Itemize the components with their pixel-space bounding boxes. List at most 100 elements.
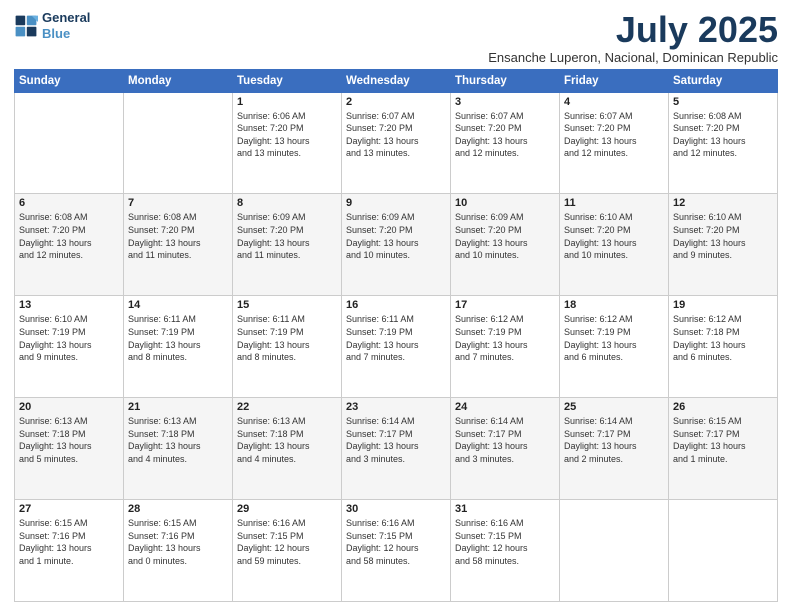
- month-title: July 2025: [488, 10, 778, 50]
- day-info: Sunrise: 6:16 AM Sunset: 7:15 PM Dayligh…: [455, 517, 555, 567]
- day-info: Sunrise: 6:15 AM Sunset: 7:16 PM Dayligh…: [128, 517, 228, 567]
- calendar-cell: 13 Sunrise: 6:10 AM Sunset: 7:19 PM Dayli…: [15, 296, 124, 398]
- day-number: 2: [346, 96, 446, 108]
- day-number: 29: [237, 503, 337, 515]
- calendar-week-row: 27 Sunrise: 6:15 AM Sunset: 7:16 PM Dayli…: [15, 500, 778, 602]
- calendar-cell: 1 Sunrise: 6:06 AM Sunset: 7:20 PM Daylig…: [233, 92, 342, 194]
- calendar-cell: 19 Sunrise: 6:12 AM Sunset: 7:18 PM Dayli…: [669, 296, 778, 398]
- calendar-table: SundayMondayTuesdayWednesdayThursdayFrid…: [14, 69, 778, 602]
- day-info: Sunrise: 6:15 AM Sunset: 7:16 PM Dayligh…: [19, 517, 119, 567]
- calendar-cell: 26 Sunrise: 6:15 AM Sunset: 7:17 PM Dayli…: [669, 398, 778, 500]
- day-number: 5: [673, 96, 773, 108]
- day-number: 6: [19, 197, 119, 209]
- day-number: 17: [455, 299, 555, 311]
- calendar-cell: 18 Sunrise: 6:12 AM Sunset: 7:19 PM Dayli…: [560, 296, 669, 398]
- day-info: Sunrise: 6:08 AM Sunset: 7:20 PM Dayligh…: [128, 211, 228, 261]
- day-number: 9: [346, 197, 446, 209]
- calendar-cell: 31Sunrise: 6:16 AM Sunset: 7:15 PM Dayli…: [451, 500, 560, 602]
- day-number: 27: [19, 503, 119, 515]
- day-number: 15: [237, 299, 337, 311]
- calendar-cell: [15, 92, 124, 194]
- calendar-cell: 25 Sunrise: 6:14 AM Sunset: 7:17 PM Dayli…: [560, 398, 669, 500]
- day-number: 19: [673, 299, 773, 311]
- day-number: 16: [346, 299, 446, 311]
- day-info: Sunrise: 6:11 AM Sunset: 7:19 PM Dayligh…: [237, 313, 337, 363]
- calendar-cell: 15 Sunrise: 6:11 AM Sunset: 7:19 PM Dayli…: [233, 296, 342, 398]
- day-number: 14: [128, 299, 228, 311]
- day-info: Sunrise: 6:12 AM Sunset: 7:18 PM Dayligh…: [673, 313, 773, 363]
- calendar-cell: 22Sunrise: 6:13 AM Sunset: 7:18 PM Dayli…: [233, 398, 342, 500]
- calendar-cell: 29 Sunrise: 6:16 AM Sunset: 7:15 PM Dayli…: [233, 500, 342, 602]
- day-number: 1: [237, 96, 337, 108]
- day-info: Sunrise: 6:09 AM Sunset: 7:20 PM Dayligh…: [346, 211, 446, 261]
- day-info: Sunrise: 6:10 AM Sunset: 7:19 PM Dayligh…: [19, 313, 119, 363]
- day-info: Sunrise: 6:13 AM Sunset: 7:18 PM Dayligh…: [128, 415, 228, 465]
- day-info: Sunrise: 6:15 AM Sunset: 7:17 PM Dayligh…: [673, 415, 773, 465]
- day-number: 12: [673, 197, 773, 209]
- calendar-cell: 27 Sunrise: 6:15 AM Sunset: 7:16 PM Dayli…: [15, 500, 124, 602]
- calendar-cell: 28Sunrise: 6:15 AM Sunset: 7:16 PM Dayli…: [124, 500, 233, 602]
- day-number: 24: [455, 401, 555, 413]
- calendar-cell: 8 Sunrise: 6:09 AM Sunset: 7:20 PM Daylig…: [233, 194, 342, 296]
- calendar-cell: 24 Sunrise: 6:14 AM Sunset: 7:17 PM Dayli…: [451, 398, 560, 500]
- calendar-cell: 7Sunrise: 6:08 AM Sunset: 7:20 PM Daylig…: [124, 194, 233, 296]
- logo: General Blue: [14, 10, 90, 41]
- logo-text: General Blue: [42, 10, 90, 41]
- day-number: 8: [237, 197, 337, 209]
- day-number: 21: [128, 401, 228, 413]
- day-info: Sunrise: 6:10 AM Sunset: 7:20 PM Dayligh…: [564, 211, 664, 261]
- calendar-cell: [669, 500, 778, 602]
- logo-line1: General: [42, 10, 90, 26]
- day-number: 30: [346, 503, 446, 515]
- weekday-header: Thursday: [451, 69, 560, 92]
- day-info: Sunrise: 6:08 AM Sunset: 7:20 PM Dayligh…: [19, 211, 119, 261]
- title-block: July 2025 Ensanche Luperon, Nacional, Do…: [488, 10, 778, 65]
- calendar-week-row: 13 Sunrise: 6:10 AM Sunset: 7:19 PM Dayli…: [15, 296, 778, 398]
- day-number: 25: [564, 401, 664, 413]
- calendar-cell: 9 Sunrise: 6:09 AM Sunset: 7:20 PM Daylig…: [342, 194, 451, 296]
- weekday-header: Tuesday: [233, 69, 342, 92]
- subtitle: Ensanche Luperon, Nacional, Dominican Re…: [488, 50, 778, 65]
- day-info: Sunrise: 6:14 AM Sunset: 7:17 PM Dayligh…: [564, 415, 664, 465]
- day-info: Sunrise: 6:09 AM Sunset: 7:20 PM Dayligh…: [237, 211, 337, 261]
- day-number: 11: [564, 197, 664, 209]
- calendar-cell: 16Sunrise: 6:11 AM Sunset: 7:19 PM Dayli…: [342, 296, 451, 398]
- calendar-cell: 10 Sunrise: 6:09 AM Sunset: 7:20 PM Dayli…: [451, 194, 560, 296]
- day-info: Sunrise: 6:09 AM Sunset: 7:20 PM Dayligh…: [455, 211, 555, 261]
- header: General Blue July 2025 Ensanche Luperon,…: [14, 10, 778, 65]
- day-number: 4: [564, 96, 664, 108]
- day-number: 10: [455, 197, 555, 209]
- calendar-week-row: 6 Sunrise: 6:08 AM Sunset: 7:20 PM Daylig…: [15, 194, 778, 296]
- calendar-cell: [124, 92, 233, 194]
- day-info: Sunrise: 6:16 AM Sunset: 7:15 PM Dayligh…: [237, 517, 337, 567]
- calendar-cell: 14 Sunrise: 6:11 AM Sunset: 7:19 PM Dayli…: [124, 296, 233, 398]
- day-number: 13: [19, 299, 119, 311]
- day-number: 26: [673, 401, 773, 413]
- calendar-cell: 11 Sunrise: 6:10 AM Sunset: 7:20 PM Dayli…: [560, 194, 669, 296]
- day-info: Sunrise: 6:14 AM Sunset: 7:17 PM Dayligh…: [455, 415, 555, 465]
- day-info: Sunrise: 6:16 AM Sunset: 7:15 PM Dayligh…: [346, 517, 446, 567]
- logo-icon: [14, 14, 38, 38]
- weekday-header: Sunday: [15, 69, 124, 92]
- day-info: Sunrise: 6:11 AM Sunset: 7:19 PM Dayligh…: [128, 313, 228, 363]
- day-info: Sunrise: 6:12 AM Sunset: 7:19 PM Dayligh…: [564, 313, 664, 363]
- calendar-cell: 6 Sunrise: 6:08 AM Sunset: 7:20 PM Daylig…: [15, 194, 124, 296]
- day-info: Sunrise: 6:07 AM Sunset: 7:20 PM Dayligh…: [564, 110, 664, 160]
- logo-line2: Blue: [42, 26, 70, 41]
- day-info: Sunrise: 6:08 AM Sunset: 7:20 PM Dayligh…: [673, 110, 773, 160]
- day-info: Sunrise: 6:06 AM Sunset: 7:20 PM Dayligh…: [237, 110, 337, 160]
- day-info: Sunrise: 6:07 AM Sunset: 7:20 PM Dayligh…: [346, 110, 446, 160]
- calendar-cell: 5 Sunrise: 6:08 AM Sunset: 7:20 PM Daylig…: [669, 92, 778, 194]
- weekday-header: Wednesday: [342, 69, 451, 92]
- calendar-week-row: 1 Sunrise: 6:06 AM Sunset: 7:20 PM Daylig…: [15, 92, 778, 194]
- day-info: Sunrise: 6:07 AM Sunset: 7:20 PM Dayligh…: [455, 110, 555, 160]
- day-number: 22: [237, 401, 337, 413]
- calendar-cell: 23Sunrise: 6:14 AM Sunset: 7:17 PM Dayli…: [342, 398, 451, 500]
- day-number: 3: [455, 96, 555, 108]
- calendar-cell: 2 Sunrise: 6:07 AM Sunset: 7:20 PM Daylig…: [342, 92, 451, 194]
- calendar-week-row: 20Sunrise: 6:13 AM Sunset: 7:18 PM Dayli…: [15, 398, 778, 500]
- calendar-cell: 21 Sunrise: 6:13 AM Sunset: 7:18 PM Dayli…: [124, 398, 233, 500]
- calendar-cell: 30 Sunrise: 6:16 AM Sunset: 7:15 PM Dayli…: [342, 500, 451, 602]
- day-number: 18: [564, 299, 664, 311]
- calendar-cell: 12Sunrise: 6:10 AM Sunset: 7:20 PM Dayli…: [669, 194, 778, 296]
